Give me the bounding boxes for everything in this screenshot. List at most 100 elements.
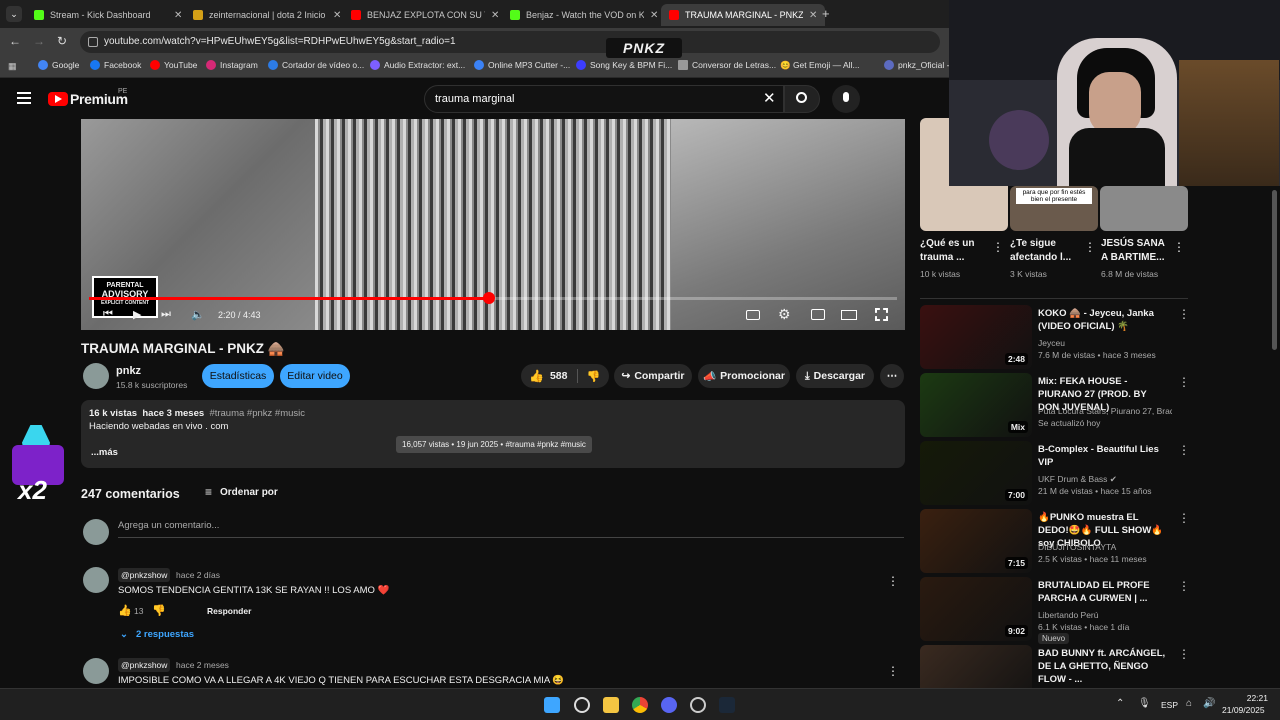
video-thumbnail[interactable]: 2:48 <box>920 305 1032 369</box>
bookmark-mp3-cutter[interactable]: Online MP3 Cutter -... <box>474 60 570 70</box>
microphone-icon[interactable]: 🎙 <box>1138 698 1151 709</box>
bookmark-facebook[interactable]: Facebook <box>90 60 141 70</box>
close-icon[interactable]: ✕ <box>809 10 817 21</box>
chrome-icon[interactable] <box>632 697 648 713</box>
reply-button[interactable]: Responder <box>207 606 251 616</box>
site-info-icon[interactable] <box>88 37 98 47</box>
theater-mode-icon[interactable] <box>841 310 857 320</box>
video-channel[interactable]: Libertando Perú <box>1038 610 1172 620</box>
video-title[interactable]: BRUTALIDAD EL PROFE PARCHA A CURWEN | ..… <box>1038 579 1170 605</box>
comment-author[interactable]: @pnkzshow <box>118 568 171 582</box>
short-title[interactable]: JESÚS SANA A BARTIME... <box>1101 237 1173 265</box>
obs-icon[interactable] <box>690 697 706 713</box>
stats-button[interactable]: Estadísticas <box>202 364 274 388</box>
new-tab-icon[interactable]: + <box>822 6 830 21</box>
clock-time[interactable]: 22:21 <box>1232 693 1268 703</box>
start-icon[interactable] <box>544 697 560 713</box>
video-thumbnail[interactable]: 9:02 <box>920 577 1032 641</box>
bookmark-song-key[interactable]: Song Key & BPM Fi... <box>576 60 672 70</box>
video-menu-icon[interactable]: ⋮ <box>1178 647 1190 661</box>
short-menu-icon[interactable]: ⋮ <box>1173 240 1185 254</box>
fullscreen-icon[interactable] <box>875 308 888 321</box>
video-menu-icon[interactable]: ⋮ <box>1178 307 1190 321</box>
tab-benjaz-kick[interactable]: Benjaz - Watch the VOD on Kick ✕ <box>502 4 666 26</box>
apps-icon[interactable]: ▦ <box>8 61 18 71</box>
bookmark-conversor[interactable]: Conversor de Letras... <box>678 60 776 70</box>
volume-icon[interactable]: 🔊 <box>1203 698 1215 709</box>
sort-comments-button[interactable]: ≡ Ordenar por <box>205 485 278 499</box>
video-thumbnail[interactable]: 7:00 <box>920 441 1032 505</box>
video-title[interactable]: B-Complex - Beautiful Lies VIP <box>1038 443 1170 469</box>
bookmark-google[interactable]: Google <box>38 60 79 70</box>
seek-handle[interactable] <box>482 292 495 304</box>
channel-name[interactable]: pnkz <box>116 365 141 377</box>
steam-icon[interactable] <box>719 697 735 713</box>
channel-avatar[interactable] <box>83 363 109 389</box>
show-more-link[interactable]: ...más <box>91 447 118 458</box>
tab-kick-dashboard[interactable]: Stream - Kick Dashboard ✕ <box>26 4 190 26</box>
edit-video-button[interactable]: Editar video <box>280 364 350 388</box>
comment-menu-icon[interactable]: ⋮ <box>887 574 899 588</box>
thumbs-down-icon[interactable]: 👎 <box>586 370 600 383</box>
short-thumbnail[interactable] <box>1100 186 1188 231</box>
video-thumbnail[interactable]: 7:15 <box>920 509 1032 573</box>
back-icon[interactable]: ← <box>9 34 21 48</box>
short-title[interactable]: ¿Te sigue afectando l... <box>1010 237 1082 265</box>
hashtags[interactable]: #trauma #pnkz #music <box>209 408 305 419</box>
search-button[interactable] <box>784 85 820 113</box>
next-icon[interactable]: ⏭ <box>161 308 171 321</box>
chevron-up-icon[interactable]: ⌃ <box>1116 698 1124 709</box>
forward-icon[interactable]: → <box>33 34 45 48</box>
tab-trauma-marginal[interactable]: TRAUMA MARGINAL - PNKZ 🛖✕ <box>661 4 826 26</box>
comment-dislike-icon[interactable]: 👎 <box>152 604 166 617</box>
page-scrollbar[interactable] <box>1272 190 1277 350</box>
share-button[interactable]: ↪ Compartir <box>614 364 692 388</box>
close-icon[interactable]: ✕ <box>333 10 341 21</box>
comment-avatar[interactable] <box>83 658 109 684</box>
bookmark-youtube[interactable]: YouTube <box>150 60 197 70</box>
youtube-logo-icon[interactable] <box>48 92 68 106</box>
video-menu-icon[interactable]: ⋮ <box>1178 443 1190 457</box>
more-actions-button[interactable]: ⋯ <box>880 364 904 388</box>
discord-icon[interactable] <box>661 697 677 713</box>
comment-menu-icon[interactable]: ⋮ <box>887 664 899 678</box>
reload-icon[interactable]: ↻ <box>57 34 67 48</box>
close-icon[interactable]: ✕ <box>174 10 182 21</box>
comment-author[interactable]: @pnkzshow <box>118 658 171 672</box>
clock-date[interactable]: 21/09/2025 <box>1222 705 1265 715</box>
tab-search-button[interactable]: ⌄ <box>6 6 22 22</box>
video-menu-icon[interactable]: ⋮ <box>1178 375 1190 389</box>
comment-avatar[interactable] <box>83 567 109 593</box>
close-icon[interactable]: ✕ <box>491 10 499 21</box>
play-icon[interactable]: ▶ <box>133 308 141 321</box>
video-thumbnail[interactable]: Mix <box>920 373 1032 437</box>
show-replies-button[interactable]: ⌄ 2 respuestas <box>120 629 194 640</box>
comment-like-icon[interactable]: 👍 <box>118 604 132 617</box>
menu-icon[interactable] <box>17 92 31 104</box>
short-menu-icon[interactable]: ⋮ <box>992 240 1004 254</box>
video-channel[interactable]: Jeyceu <box>1038 338 1172 348</box>
video-channel[interactable]: DIBUJITOSINTAYTA <box>1038 542 1172 552</box>
video-channel[interactable]: Puta Locura Stars, Piurano 27, Brad Died… <box>1038 406 1172 416</box>
seek-bar[interactable] <box>89 292 897 304</box>
bookmark-get-emoji[interactable]: 😊 Get Emoji — All... <box>780 60 860 71</box>
bookmark-video-cutter[interactable]: Cortador de vídeo o... <box>268 60 364 70</box>
tab-benjaz-youtube[interactable]: BENJAZ EXPLOTA CON SU T ✕ <box>343 4 507 26</box>
previous-icon[interactable]: ⏮ <box>103 308 113 321</box>
recommended-video[interactable]: 2:48 KOKO 🛖 - Jeyceu, Janka (VIDEO OFICIA… <box>920 305 1190 369</box>
video-title[interactable]: BAD BUNNY ft. ARCÁNGEL, DE LA GHETTO, ÑE… <box>1038 647 1170 686</box>
like-count[interactable]: 588 <box>550 370 568 382</box>
video-title[interactable]: KOKO 🛖 - Jeyceu, Janka (VIDEO OFICIAL) 🌴 <box>1038 307 1170 333</box>
add-comment-input[interactable]: Agrega un comentario... <box>118 520 904 538</box>
url-field[interactable]: youtube.com/watch?v=HPwEUhwEY5g&list=RDH… <box>80 31 940 53</box>
settings-icon[interactable]: ⚙ <box>778 306 791 323</box>
tab-dota[interactable]: zeinternacional | dota 2 Inicio ✕ <box>185 4 349 26</box>
bookmark-audio-extractor[interactable]: Audio Extractor: ext... <box>370 60 465 70</box>
promote-button[interactable]: 📣 Promocionar <box>698 364 790 388</box>
recommended-video[interactable]: 7:15 🔥PUNKO muestra EL DEDO!🤩🔥 FULL SHOW🔥… <box>920 509 1190 573</box>
short-thumbnail[interactable]: para que por fin estés bien el presente <box>1010 186 1098 231</box>
file-explorer-icon[interactable] <box>603 697 619 713</box>
language-indicator[interactable]: ESP <box>1161 700 1178 710</box>
video-menu-icon[interactable]: ⋮ <box>1178 511 1190 525</box>
recommended-video[interactable]: 7:00 B-Complex - Beautiful Lies VIP UKF Dr… <box>920 441 1190 505</box>
